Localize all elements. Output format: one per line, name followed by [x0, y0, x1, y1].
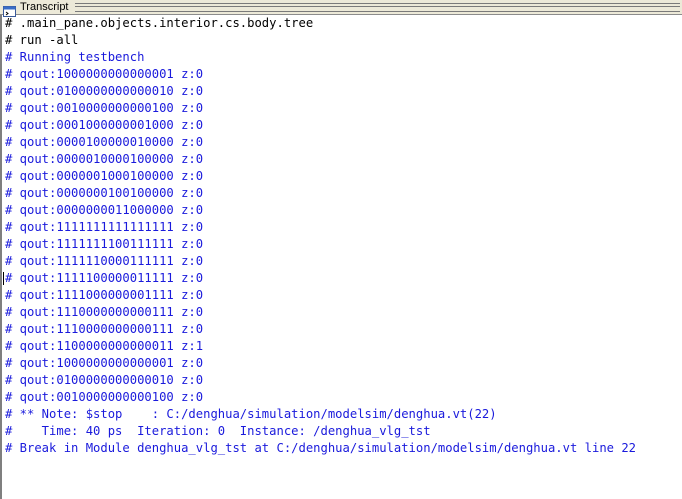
transcript-line: # qout:0100000000000010 z:0: [5, 373, 204, 387]
transcript-line: # qout:1000000000000001 z:0: [5, 356, 204, 370]
transcript-line: # qout:0001000000001000 z:0: [5, 118, 204, 132]
transcript-line: # qout:1111000000001111 z:0: [5, 288, 204, 302]
title-bar[interactable]: Transcript: [0, 0, 682, 17]
transcript-line: # .main_pane.objects.interior.cs.body.tr…: [5, 16, 314, 30]
transcript-line: # qout:1111111100111111 z:0: [5, 237, 204, 251]
transcript-line: # qout:0000001000100000 z:0: [5, 169, 204, 183]
transcript-line: # qout:1110000000000111 z:0: [5, 305, 204, 319]
window-title: Transcript: [20, 1, 69, 13]
transcript-line: # qout:0010000000000100 z:0: [5, 101, 204, 115]
transcript-line: # qout:1100000000000011 z:1: [5, 339, 204, 353]
transcript-line: # qout:1111100000011111 z:0: [2, 270, 682, 287]
transcript-line: # qout:1111111111111111 z:0: [5, 220, 204, 234]
transcript-window: Transcript # .main_pane.objects.interior…: [0, 0, 682, 499]
transcript-line: # Time: 40 ps Iteration: 0 Instance: /de…: [5, 424, 431, 438]
transcript-window-icon: [3, 2, 16, 17]
transcript-output[interactable]: # .main_pane.objects.interior.cs.body.tr…: [0, 15, 682, 499]
transcript-line: # Break in Module denghua_vlg_tst at C:/…: [5, 441, 637, 455]
transcript-line: # ** Note: $stop : C:/denghua/simulation…: [5, 407, 497, 421]
transcript-line: # qout:1110000000000111 z:0: [5, 322, 204, 336]
transcript-line: # qout:0000100000010000 z:0: [5, 135, 204, 149]
transcript-line: # qout:1111110000111111 z:0: [5, 254, 204, 268]
transcript-line: # qout:1000000000000001 z:0: [5, 67, 204, 81]
transcript-line: # qout:0000010000100000 z:0: [5, 152, 204, 166]
transcript-line: # qout:0010000000000100 z:0: [5, 390, 204, 404]
transcript-line: # Running testbench: [5, 50, 145, 64]
transcript-line: # run -all: [5, 33, 79, 47]
transcript-line: # qout:0000000100100000 z:0: [5, 186, 204, 200]
title-bar-grip[interactable]: [74, 2, 680, 12]
transcript-line: # qout:0100000000000010 z:0: [5, 84, 204, 98]
transcript-line: # qout:0000000011000000 z:0: [5, 203, 204, 217]
